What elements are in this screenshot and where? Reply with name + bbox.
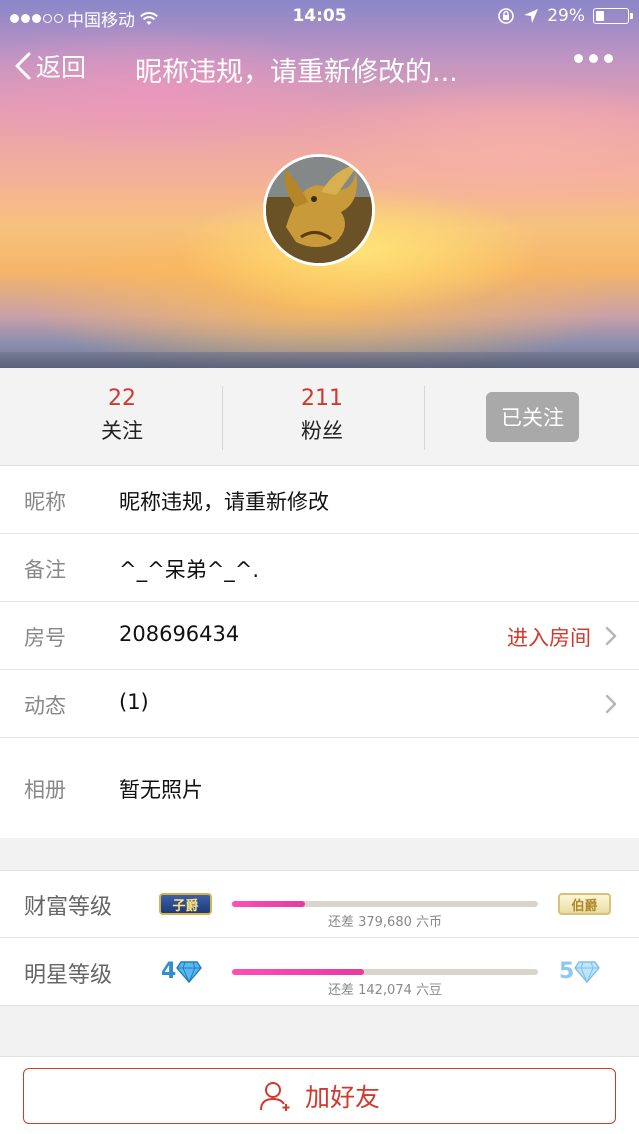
add-friend-button[interactable]: 加好友 [23,1068,616,1124]
remark-row[interactable]: 备注 ^_^呆弟^_^. [0,534,639,602]
next-star-level: 5 [559,959,601,984]
battery-level [596,11,605,21]
feed-count: (1) [119,690,149,714]
wealth-remaining-note: 还差 379,680 六币 [327,915,443,930]
album-value: 暂无照片 [119,778,203,802]
next-star-number: 5 [559,959,575,984]
fans-stat[interactable]: 211 粉丝 [262,386,382,445]
footer-bar: 加好友 [0,1056,639,1134]
more-options-button[interactable] [574,54,613,63]
wealth-level-label: 财富等级 [24,895,113,920]
star-level-label: 明星等级 [24,963,113,988]
diamond-icon [574,960,601,983]
feed-row[interactable]: 动态 (1) [0,670,639,738]
nickname-label: 昵称 [24,490,66,514]
album-row[interactable]: 相册 暂无照片 [0,738,639,838]
viscount-badge-icon: 子爵 [159,893,212,915]
wealth-level-row: 财富等级 子爵 还差 379,680 六币 伯爵 [0,871,639,938]
room-row[interactable]: 房号 208696434 进入房间 [0,602,639,670]
orientation-lock-icon [498,8,515,24]
following-stat[interactable]: 22 关注 [62,386,182,445]
page-title: 昵称违规，请重新修改的... [135,57,458,88]
following-label: 关注 [101,419,143,443]
divider [222,386,223,450]
add-friend-label: 加好友 [304,1083,380,1112]
divider [424,386,425,450]
battery-icon [593,8,633,24]
wealth-progress-bar [232,901,538,907]
nickname-value: 昵称违规，请重新修改 [119,490,329,514]
room-label: 房号 [24,626,66,650]
following-count: 22 [108,386,136,411]
remark-value: ^_^呆弟^_^. [119,558,260,582]
back-button[interactable]: 返回 [14,48,86,84]
feed-label: 动态 [24,694,66,718]
current-star-level: 4 [161,959,203,984]
nickname-row: 昵称 昵称违规，请重新修改 [0,466,639,534]
status-bar: 中国移动 14:05 29% [0,0,639,34]
star-progress-bar [232,969,538,975]
star-progress-fill [232,969,364,975]
diamond-icon [176,960,203,983]
earl-badge-icon: 伯爵 [558,893,611,915]
chevron-right-icon [605,626,617,646]
fans-label: 粉丝 [301,419,343,443]
battery-percent: 29% [547,6,585,26]
chevron-right-icon [605,694,617,714]
current-star-number: 4 [161,959,177,984]
profile-stats-bar: 22 关注 211 粉丝 已关注 [0,368,639,466]
location-arrow-icon [524,9,539,23]
levels-section: 财富等级 子爵 还差 379,680 六币 伯爵 明星等级 4 还差 142,0… [0,870,639,1006]
chevron-left-icon [15,52,31,80]
back-label: 返回 [36,53,87,82]
star-level-row: 明星等级 4 还差 142,074 六豆 5 [0,939,639,1006]
dragon-avatar-image [266,157,372,263]
enter-room-link[interactable]: 进入房间 [507,622,591,652]
followed-button[interactable]: 已关注 [486,392,579,442]
navigation-bar: 返回 昵称违规，请重新修改的... [0,40,639,92]
fans-count: 211 [301,386,343,411]
album-label: 相册 [24,778,66,802]
add-user-icon [259,1082,290,1111]
avatar[interactable] [263,154,375,266]
wealth-progress-fill [232,901,306,907]
profile-hero-background: 中国移动 14:05 29% 返回 昵称违规，请重新修改的... [0,0,639,368]
profile-info-list: 昵称 昵称违规，请重新修改 备注 ^_^呆弟^_^. 房号 208696434 … [0,466,639,838]
remark-label: 备注 [24,558,66,582]
room-number: 208696434 [119,622,240,646]
star-remaining-note: 还差 142,074 六豆 [327,983,443,998]
